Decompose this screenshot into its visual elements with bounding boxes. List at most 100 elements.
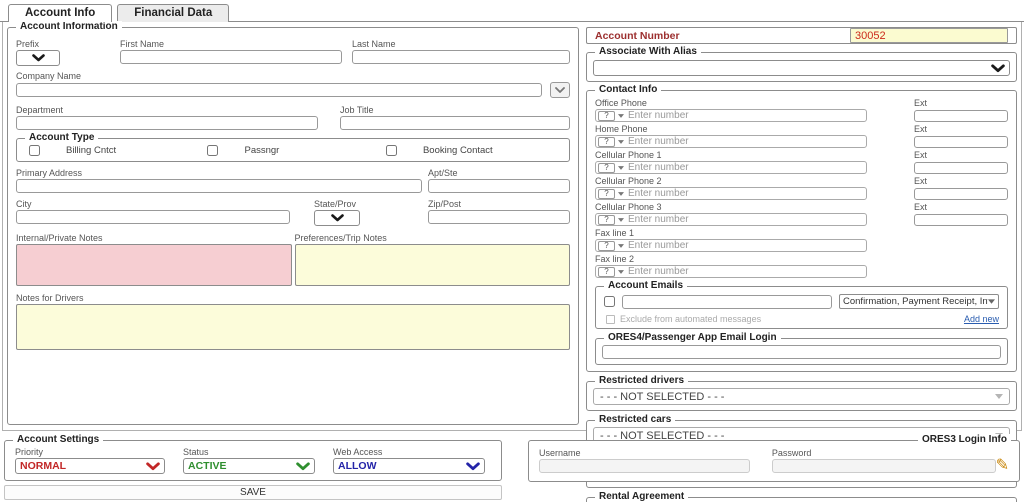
country-flag-selector[interactable]: ? xyxy=(598,214,615,225)
company-name-lookup-button[interactable] xyxy=(550,82,570,98)
country-flag-selector[interactable]: ? xyxy=(598,136,615,147)
booking-contact-label: Booking Contact xyxy=(422,145,493,156)
status-label: Status xyxy=(183,447,209,457)
country-flag-selector[interactable]: ? xyxy=(598,188,615,199)
tab-account-info[interactable]: Account Info xyxy=(8,4,113,22)
account-type-option-booking-contact: Booking Contact xyxy=(382,145,560,156)
restricted-drivers-select[interactable]: - - - NOT SELECTED - - - xyxy=(593,388,1010,405)
rental-agreement-legend: Rental Agreement xyxy=(595,491,689,502)
chevron-down-icon xyxy=(296,461,310,470)
cellular-phone-1-ext-input[interactable] xyxy=(914,161,1008,174)
ext-label: Ext xyxy=(914,176,928,186)
department-input[interactable] xyxy=(16,116,318,130)
state-prov-select[interactable] xyxy=(314,210,360,226)
city-input[interactable] xyxy=(16,210,290,224)
cellular-phone-3-label: Cellular Phone 3 xyxy=(595,202,662,212)
account-type-option-billing-cntct: Billing Cntct xyxy=(25,145,203,156)
web_access-field: Web Access ALLOW xyxy=(333,444,485,474)
city-label: City xyxy=(16,199,32,209)
phone-row-fax-line-2: Fax line 2? Enter number xyxy=(595,251,1008,278)
ores4-email-login-input[interactable] xyxy=(602,345,1001,359)
first-name-label: First Name xyxy=(120,39,165,49)
account-settings-legend: Account Settings xyxy=(13,434,104,445)
footer: Account Settings Priority NORMAL Status ACT… xyxy=(4,434,1020,500)
phone-row-office-phone: Office Phone? Enter number Ext xyxy=(595,95,1008,122)
account-type-fieldset: Account Type Billing Cntct Passngr Booking… xyxy=(16,132,570,162)
country-flag-selector[interactable]: ? xyxy=(598,162,615,173)
rental-agreement-fieldset: Rental Agreement xyxy=(586,491,1017,502)
phone-placeholder: Enter number xyxy=(628,214,689,225)
last-name-label: Last Name xyxy=(352,39,396,49)
web_access-select[interactable]: ALLOW xyxy=(333,458,485,474)
edit-pencil-icon[interactable]: ✎ xyxy=(996,458,1009,474)
phone-placeholder: Enter number xyxy=(628,162,689,173)
booking-contact-checkbox[interactable] xyxy=(385,145,397,156)
password-input[interactable] xyxy=(771,459,996,473)
account-emails-fieldset: Account Emails Confirmation, Payment Rec… xyxy=(595,280,1008,329)
chevron-down-icon xyxy=(991,63,1005,72)
last-name-input[interactable] xyxy=(352,50,570,64)
country-flag-selector[interactable]: ? xyxy=(598,240,615,251)
status-value: ACTIVE xyxy=(188,460,227,472)
prefix-label: Prefix xyxy=(16,39,40,49)
prefix-select[interactable] xyxy=(16,50,60,66)
passngr-label: Passngr xyxy=(244,145,280,156)
chevron-down-icon xyxy=(618,191,624,196)
chevron-down-icon xyxy=(618,269,624,274)
tab-financial-data[interactable]: Financial Data xyxy=(117,4,230,22)
chevron-down-icon xyxy=(995,394,1003,399)
associate-with-alias-fieldset: Associate With Alias xyxy=(586,46,1017,82)
company-name-input[interactable] xyxy=(16,83,542,97)
settings-row: Priority NORMAL Status ACTIVE Web Access ALLO… xyxy=(15,444,491,474)
passngr-checkbox[interactable] xyxy=(207,145,219,156)
status-select[interactable]: ACTIVE xyxy=(183,458,315,474)
phone-placeholder: Enter number xyxy=(628,188,689,199)
email-type-value: Confirmation, Payment Receipt, Inv xyxy=(843,296,988,307)
save-button[interactable]: SAVE xyxy=(4,485,502,500)
country-flag-selector[interactable]: ? xyxy=(598,110,615,121)
username-input[interactable] xyxy=(539,459,750,473)
ores3-login-info-legend: ORES3 Login Info xyxy=(918,434,1011,445)
notes-for-drivers-textarea[interactable] xyxy=(16,304,570,350)
right-column: Account Number Associate With Alias Cont… xyxy=(586,27,1017,502)
department-label: Department xyxy=(16,105,64,115)
primary-address-label: Primary Address xyxy=(16,168,83,178)
email-primary-checkbox[interactable] xyxy=(604,296,615,307)
priority-value: NORMAL xyxy=(20,460,67,472)
internal-private-notes-textarea[interactable] xyxy=(16,244,292,286)
home-phone-ext-input[interactable] xyxy=(914,135,1008,148)
billing-cntct-label: Billing Cntct xyxy=(66,145,117,156)
state-prov-label: State/Prov xyxy=(314,199,357,209)
chevron-down-icon xyxy=(618,165,624,170)
country-flag-selector[interactable]: ? xyxy=(598,266,615,277)
chevron-down-icon xyxy=(618,243,624,248)
office-phone-ext-input[interactable] xyxy=(914,109,1008,122)
priority-select[interactable]: NORMAL xyxy=(15,458,165,474)
account-type-option-passngr: Passngr xyxy=(203,145,381,156)
ores4-email-login-fieldset: ORES4/Passenger App Email Login xyxy=(595,332,1008,365)
phone-row-home-phone: Home Phone? Enter number Ext xyxy=(595,121,1008,148)
first-name-input[interactable] xyxy=(120,50,342,64)
account-number-input[interactable] xyxy=(850,28,1008,43)
billing-cntct-checkbox[interactable] xyxy=(29,145,40,156)
email-type-select[interactable]: Confirmation, Payment Receipt, Inv xyxy=(839,294,999,309)
cellular-phone-2-label: Cellular Phone 2 xyxy=(595,176,662,186)
restricted-drivers-value: - - - NOT SELECTED - - - xyxy=(600,390,725,403)
phone-rows: Office Phone? Enter number Ext Home Phone? E… xyxy=(595,95,1008,278)
zip-post-input[interactable] xyxy=(428,210,570,224)
fax-line-2-input[interactable]: ? Enter number xyxy=(595,265,867,278)
email-address-input[interactable] xyxy=(622,294,832,309)
chevron-down-icon xyxy=(618,139,624,144)
cellular-phone-2-ext-input[interactable] xyxy=(914,187,1008,200)
apt-ste-label: Apt/Ste xyxy=(428,168,458,178)
cellular-phone-3-ext-input[interactable] xyxy=(914,213,1008,226)
apt-ste-input[interactable] xyxy=(428,179,570,193)
associate-with-alias-legend: Associate With Alias xyxy=(595,46,701,57)
primary-address-input[interactable] xyxy=(16,179,422,193)
associate-with-alias-select[interactable] xyxy=(593,60,1010,76)
phone-row-fax-line-1: Fax line 1? Enter number xyxy=(595,225,1008,252)
add-new-email-link[interactable]: Add new xyxy=(964,314,999,324)
job-title-input[interactable] xyxy=(340,116,570,130)
preferences-trip-notes-textarea[interactable] xyxy=(294,244,570,286)
web_access-label: Web Access xyxy=(333,447,383,457)
